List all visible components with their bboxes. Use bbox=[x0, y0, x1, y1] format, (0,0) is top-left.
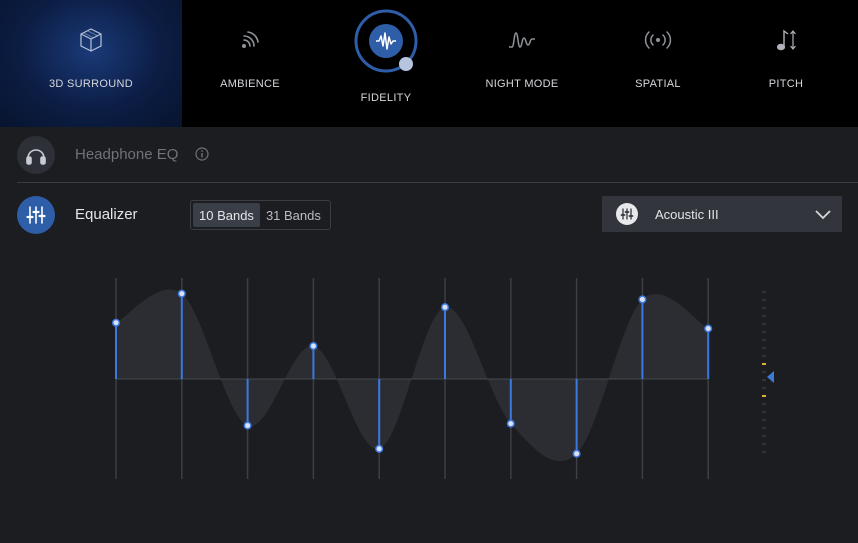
dial-knob[interactable] bbox=[399, 57, 413, 71]
preset-sliders-icon bbox=[616, 203, 638, 225]
effect-ambience[interactable]: AMBIENCE bbox=[182, 0, 318, 127]
effect-spatial[interactable]: SPATIAL bbox=[590, 0, 726, 127]
effect-pitch[interactable]: PITCH bbox=[726, 0, 846, 127]
effect-label: PITCH bbox=[768, 78, 804, 90]
bands-10-button[interactable]: 10 Bands bbox=[193, 203, 260, 227]
eq-band-handle-8[interactable] bbox=[572, 449, 581, 458]
preset-label: Acoustic III bbox=[655, 206, 719, 222]
chevron-down-icon bbox=[815, 210, 831, 220]
eq-band-handle-1[interactable] bbox=[111, 318, 121, 327]
headphone-eq-label: Headphone EQ bbox=[75, 146, 179, 163]
master-level-pointer[interactable] bbox=[767, 371, 774, 383]
equalizer-sliders-icon[interactable] bbox=[17, 196, 55, 234]
eq-band-handle-5[interactable] bbox=[375, 444, 384, 453]
equalizer-label: Equalizer bbox=[75, 206, 138, 223]
effect-night-mode[interactable]: NIGHT MODE bbox=[454, 0, 590, 127]
eq-band-handle-4[interactable] bbox=[309, 341, 318, 351]
headphones-icon[interactable] bbox=[17, 136, 55, 174]
headphone-eq-row: Headphone EQ bbox=[0, 127, 858, 182]
preset-dropdown[interactable]: Acoustic III bbox=[602, 196, 842, 232]
band-count-toggle: 10 Bands 31 Bands bbox=[190, 200, 331, 230]
pitch-note-icon bbox=[776, 29, 796, 51]
effect-3d-surround[interactable]: 3D SURROUND bbox=[0, 0, 182, 127]
fidelity-dial[interactable] bbox=[352, 9, 420, 77]
eq-band-handle-10[interactable] bbox=[704, 324, 713, 333]
effect-label: SPATIAL bbox=[635, 78, 681, 90]
eq-band-handle-9[interactable] bbox=[638, 295, 647, 304]
section-divider bbox=[17, 182, 858, 183]
eq-band-handle-2[interactable] bbox=[177, 289, 186, 298]
equalizer-graph bbox=[111, 278, 774, 479]
ambience-icon bbox=[242, 31, 259, 48]
bands-31-button[interactable]: 31 Bands bbox=[260, 203, 327, 227]
effect-fidelity-label: FIDELITY bbox=[360, 92, 412, 104]
effect-label: 3D SURROUND bbox=[49, 78, 133, 90]
effect-label: AMBIENCE bbox=[220, 78, 280, 90]
spatial-icon bbox=[644, 31, 672, 49]
effect-label: NIGHT MODE bbox=[485, 78, 559, 90]
info-icon[interactable] bbox=[195, 147, 209, 161]
eq-curve-area bbox=[116, 289, 709, 462]
eq-band-handle-3[interactable] bbox=[243, 421, 252, 430]
eq-band-handle-6[interactable] bbox=[440, 303, 450, 312]
effects-toolbar: 3D SURROUND AMBIENCE FIDELITY NIGHT MODE bbox=[0, 0, 858, 127]
cube-icon bbox=[80, 28, 102, 52]
eq-band-handle-7[interactable] bbox=[506, 419, 515, 428]
night-wave-icon bbox=[509, 32, 535, 48]
